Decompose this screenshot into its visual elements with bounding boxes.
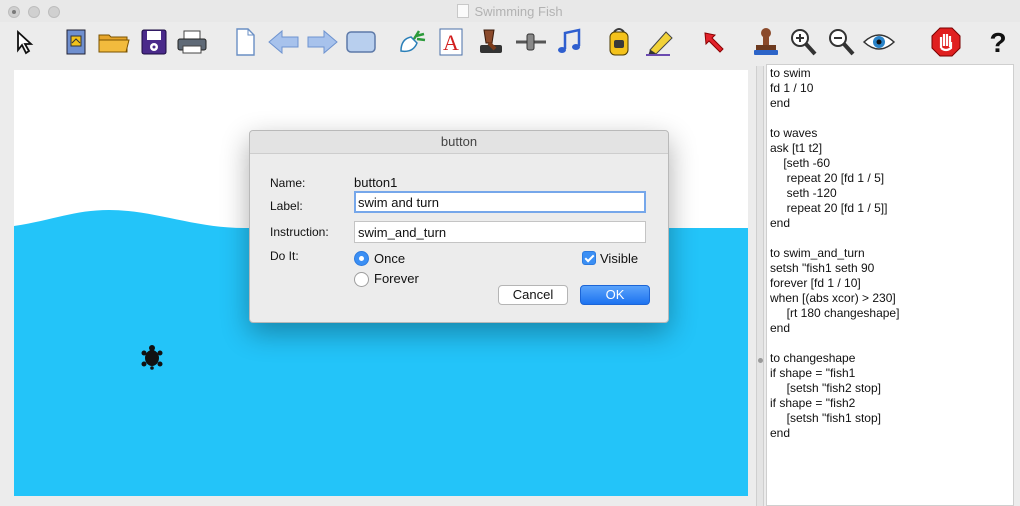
instruction-label: Instruction: (270, 225, 329, 239)
toolbar: A ? (0, 22, 1020, 62)
once-radio[interactable] (354, 251, 369, 266)
stamp-icon[interactable] (749, 25, 783, 59)
doit-label: Do It: (270, 249, 299, 263)
document-icon (457, 4, 470, 18)
visible-checkbox[interactable] (582, 251, 596, 265)
name-value: button1 (354, 175, 398, 190)
window-title-text: Swimming Fish (474, 4, 563, 19)
svg-text:A: A (443, 30, 459, 55)
ok-button[interactable]: OK (580, 285, 650, 305)
new-page-icon[interactable] (228, 25, 262, 59)
eye-icon[interactable] (862, 25, 896, 59)
help-icon[interactable]: ? (981, 25, 1015, 59)
button-dialog: button Name: button1 Label: swim and tur… (249, 130, 669, 323)
pencil-icon[interactable] (643, 25, 677, 59)
procedures-code[interactable]: to swim fd 1 / 10 end to waves ask [t1 t… (770, 66, 899, 441)
dialog-title: button (250, 131, 668, 154)
music-icon[interactable] (552, 25, 586, 59)
instruction-field[interactable]: swim_and_turn (354, 221, 646, 243)
print-icon[interactable] (175, 25, 209, 59)
zoom-out-icon[interactable] (824, 25, 858, 59)
label-field[interactable]: swim and turn (354, 191, 646, 213)
project-icon[interactable] (59, 25, 93, 59)
select-tool-icon[interactable] (8, 25, 42, 59)
title-bar: Swimming Fish (0, 0, 1020, 22)
once-label[interactable]: Once (374, 251, 405, 266)
svg-text:?: ? (989, 27, 1006, 57)
zoom-in-icon[interactable] (786, 25, 820, 59)
new-turtle-icon[interactable] (396, 25, 430, 59)
presentation-icon[interactable] (344, 25, 378, 59)
back-arrow-icon[interactable] (267, 25, 301, 59)
visible-label[interactable]: Visible (600, 251, 638, 266)
window-title: Swimming Fish (0, 4, 1020, 19)
pane-splitter[interactable] (756, 66, 764, 506)
stop-icon[interactable] (929, 25, 963, 59)
splitter-grip[interactable] (758, 358, 763, 363)
slider-tool-icon[interactable] (514, 25, 548, 59)
label-label: Label: (270, 199, 303, 213)
pointer-arrow-icon[interactable] (697, 25, 731, 59)
backpack-icon[interactable] (602, 25, 636, 59)
cancel-button[interactable]: Cancel (498, 285, 568, 305)
text-box-icon[interactable]: A (434, 25, 468, 59)
button-tool-icon[interactable] (474, 25, 508, 59)
save-disk-icon[interactable] (137, 25, 171, 59)
forward-arrow-icon[interactable] (305, 25, 339, 59)
procedures-pane[interactable]: to swim fd 1 / 10 end to waves ask [t1 t… (766, 64, 1014, 506)
open-folder-icon[interactable] (97, 25, 131, 59)
forever-radio[interactable] (354, 272, 369, 287)
name-label: Name: (270, 176, 306, 190)
forever-label[interactable]: Forever (374, 271, 419, 286)
